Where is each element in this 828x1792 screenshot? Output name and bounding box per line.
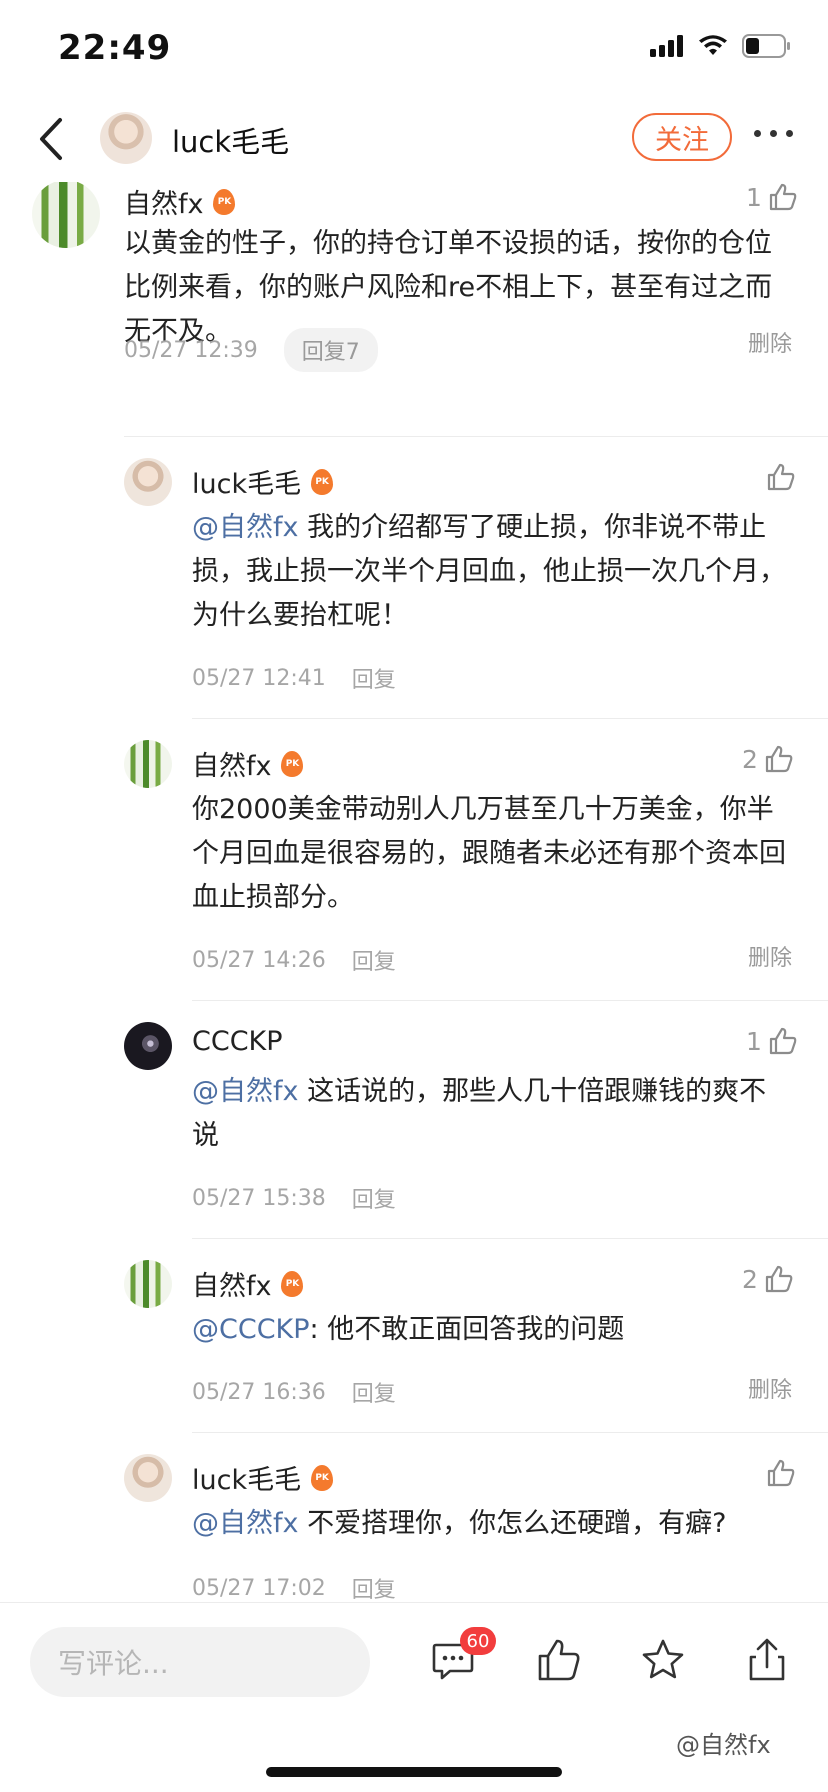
mention-link[interactable]: @自然fx (192, 512, 298, 543)
comment-text: @CCCKP: 他不敢正面回答我的问题 (192, 1314, 625, 1345)
reply-button[interactable]: 回复 (352, 1182, 396, 1214)
reply-button[interactable]: 回复 (352, 662, 396, 694)
mention-link[interactable]: @CCCKP (192, 1314, 310, 1345)
avatar[interactable] (32, 182, 100, 248)
like-button[interactable] (766, 462, 796, 492)
star-icon[interactable] (640, 1637, 686, 1683)
delete-button[interactable]: 删除 (748, 326, 792, 358)
comment-time: 05/27 15:38 (192, 1185, 326, 1211)
comment-count-badge: 60 (460, 1627, 496, 1655)
delete-button[interactable]: 删除 (748, 940, 792, 972)
divider (192, 1000, 828, 1001)
like-button[interactable]: 2 (742, 1264, 794, 1294)
comment-author[interactable]: luck毛毛 PK (192, 1458, 334, 1497)
mention-link[interactable]: @自然fx (192, 1076, 298, 1107)
follow-button[interactable]: 关注 (632, 113, 732, 161)
pk-badge-icon: PK (311, 468, 334, 495)
mention-link[interactable]: @自然fx (192, 1508, 298, 1539)
comment-text: @自然fx 不爱搭理你，你怎么还硬蹭，有癖? (192, 1508, 727, 1539)
like-count: 2 (742, 1264, 758, 1294)
comment-author[interactable]: 自然fx PK (192, 1264, 304, 1303)
pk-badge-icon: PK (213, 188, 236, 215)
thumbs-up-icon[interactable] (536, 1637, 582, 1683)
more-icon[interactable] (754, 130, 793, 137)
divider (192, 1238, 828, 1239)
comment-text: @自然fx 我的介绍都写了硬止损，你非说不带止损，我止损一次半个月回血，他止损一… (192, 512, 786, 631)
comment-time: 05/27 12:41 (192, 665, 326, 691)
wifi-icon (699, 35, 727, 55)
comment-time: 05/27 16:36 (192, 1379, 326, 1405)
comment-meta: 05/27 12:41 回复 (192, 662, 396, 694)
bottom-action-bar: 写评论... 60 @自然fx (0, 1602, 828, 1792)
divider (124, 436, 828, 437)
home-indicator (266, 1767, 562, 1777)
like-button[interactable]: 2 (742, 744, 794, 774)
comment-time: 05/27 17:02 (192, 1575, 326, 1601)
divider (192, 718, 828, 719)
thumbs-up-icon (769, 1027, 797, 1055)
divider (192, 1432, 828, 1433)
comment-meta: 05/27 16:36 回复 (192, 1376, 396, 1408)
pk-badge-icon: PK (281, 1270, 304, 1297)
like-button[interactable] (766, 1458, 796, 1488)
comment-meta: 05/27 15:38 回复 (192, 1182, 396, 1214)
reply-button[interactable]: 回复 (352, 1572, 396, 1602)
signal-icon (650, 35, 683, 57)
pk-badge-icon: PK (281, 750, 304, 777)
status-time: 22:49 (58, 28, 172, 68)
status-icons (650, 34, 792, 58)
comment-thread[interactable]: 自然fx PK 1 以黄金的性子，你的持仓订单不设损的话，按你的仓位比例来看，你的… (0, 182, 828, 1602)
thumbs-up-icon (765, 1265, 793, 1293)
comment-author[interactable]: luck毛毛 PK (192, 462, 334, 501)
comment-meta: 05/27 17:02 回复 (192, 1572, 396, 1603)
comment-time: 05/27 14:26 (192, 947, 326, 973)
reply-button[interactable]: 回复 (352, 1376, 396, 1408)
avatar[interactable] (124, 458, 172, 506)
comment-text: @自然fx 这话说的，那些人几十倍跟赚钱的爽不说 (192, 1076, 767, 1151)
thumbs-up-icon (767, 1459, 795, 1487)
comment-author[interactable]: CCCKP (192, 1026, 283, 1057)
reply-count-button[interactable]: 回复7 (283, 328, 378, 372)
like-count: 1 (746, 182, 762, 212)
comment-meta: 05/27 12:39 回复7 (124, 328, 378, 372)
avatar[interactable] (124, 1454, 172, 1502)
avatar[interactable] (124, 740, 172, 788)
comment-author[interactable]: 自然fx PK (124, 182, 236, 221)
share-icon[interactable] (744, 1637, 790, 1683)
delete-button[interactable]: 删除 (748, 1372, 792, 1404)
like-count: 1 (746, 1026, 762, 1056)
like-count: 2 (742, 744, 758, 774)
status-bar: 22:49 (0, 0, 828, 96)
avatar[interactable] (124, 1260, 172, 1308)
like-button[interactable]: 1 (746, 182, 798, 212)
comment-input[interactable]: 写评论... (30, 1627, 370, 1697)
pk-badge-icon: PK (311, 1464, 334, 1491)
reply-button[interactable]: 回复 (352, 944, 396, 976)
top-nav: luck毛毛 关注 (0, 96, 828, 182)
profile-name[interactable]: luck毛毛 (172, 119, 289, 161)
watermark: @自然fx (676, 1731, 771, 1759)
avatar[interactable] (124, 1022, 172, 1070)
thumbs-up-icon (765, 745, 793, 773)
comment-author[interactable]: 自然fx PK (192, 744, 304, 783)
comment-time: 05/27 12:39 (124, 337, 258, 363)
like-button[interactable]: 1 (746, 1026, 798, 1056)
battery-icon (742, 34, 790, 58)
comment-meta: 05/27 14:26 回复 (192, 944, 396, 976)
thumbs-up-icon (767, 463, 795, 491)
comment-text: 你2000美金带动别人几万甚至几十万美金，你半个月回血是很容易的，跟随者未必还有… (192, 794, 786, 913)
thumbs-up-icon (769, 183, 797, 211)
profile-avatar[interactable] (100, 112, 152, 164)
back-icon[interactable] (34, 114, 74, 164)
